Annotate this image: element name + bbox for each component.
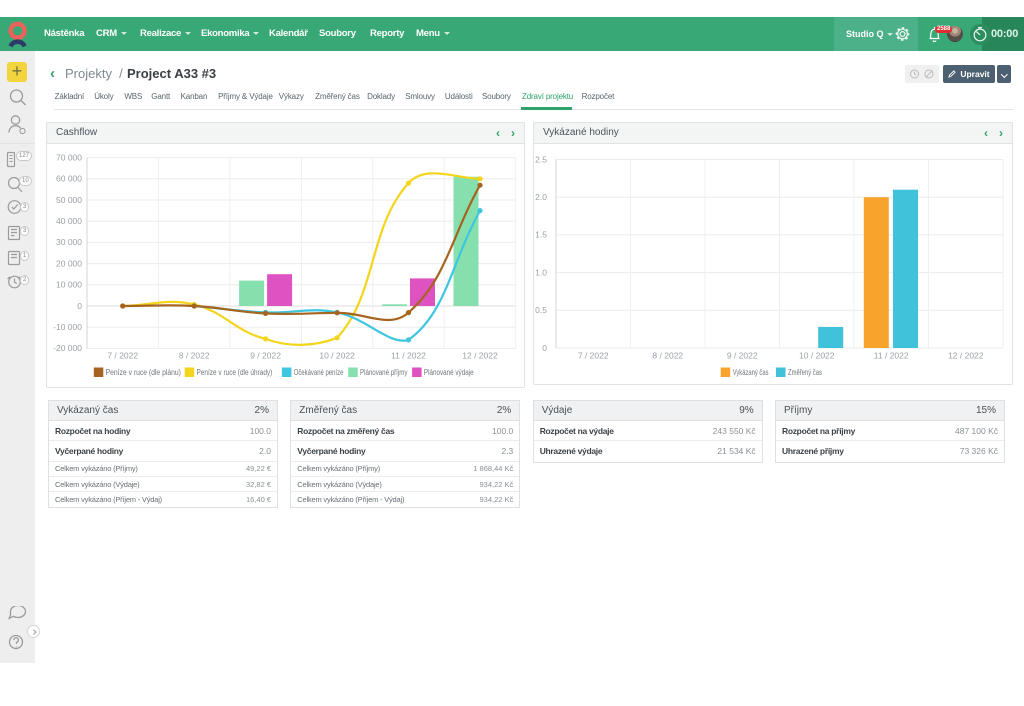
svg-text:11 / 2022: 11 / 2022	[391, 351, 426, 361]
svg-text:70 000: 70 000	[56, 152, 82, 162]
svg-text:Očekávané peníze: Očekávané peníze	[294, 368, 344, 377]
svg-text:9 / 2022: 9 / 2022	[727, 351, 758, 361]
svg-text:12 / 2022: 12 / 2022	[948, 351, 984, 361]
svg-text:2.5: 2.5	[535, 154, 547, 164]
svg-text:30 000: 30 000	[56, 237, 82, 247]
svg-text:12 / 2022: 12 / 2022	[462, 351, 498, 361]
svg-text:Vykázaný čas: Vykázaný čas	[733, 368, 769, 377]
svg-text:1.0: 1.0	[535, 267, 547, 277]
svg-text:-20 000: -20 000	[53, 343, 82, 353]
svg-text:8 / 2022: 8 / 2022	[652, 351, 683, 361]
svg-text:0: 0	[77, 301, 82, 311]
svg-text:Změřený čas: Změřený čas	[788, 368, 822, 377]
svg-text:9 / 2022: 9 / 2022	[250, 351, 281, 361]
svg-text:40 000: 40 000	[56, 216, 82, 226]
svg-text:7 / 2022: 7 / 2022	[578, 351, 609, 361]
svg-text:8 / 2022: 8 / 2022	[179, 351, 210, 361]
svg-text:10 / 2022: 10 / 2022	[799, 351, 835, 361]
svg-text:60 000: 60 000	[56, 174, 82, 184]
svg-text:10 000: 10 000	[56, 280, 82, 290]
svg-text:0: 0	[542, 343, 547, 353]
svg-text:-10 000: -10 000	[53, 322, 82, 332]
svg-text:7 / 2022: 7 / 2022	[107, 351, 138, 361]
svg-text:2.0: 2.0	[535, 192, 547, 202]
svg-text:1.5: 1.5	[535, 230, 547, 240]
svg-text:50 000: 50 000	[56, 195, 82, 205]
svg-text:11 / 2022: 11 / 2022	[874, 351, 909, 361]
svg-text:Peníze v ruce (dle úhrady): Peníze v ruce (dle úhrady)	[197, 368, 273, 377]
svg-text:Plánované příjmy: Plánované příjmy	[360, 368, 407, 377]
svg-text:10 / 2022: 10 / 2022	[319, 351, 355, 361]
svg-text:20 000: 20 000	[56, 258, 82, 268]
svg-text:Peníze v ruce (dle plánu): Peníze v ruce (dle plánu)	[106, 368, 182, 377]
svg-text:0.5: 0.5	[535, 305, 547, 315]
svg-text:Plánované výdaje: Plánované výdaje	[424, 368, 474, 377]
